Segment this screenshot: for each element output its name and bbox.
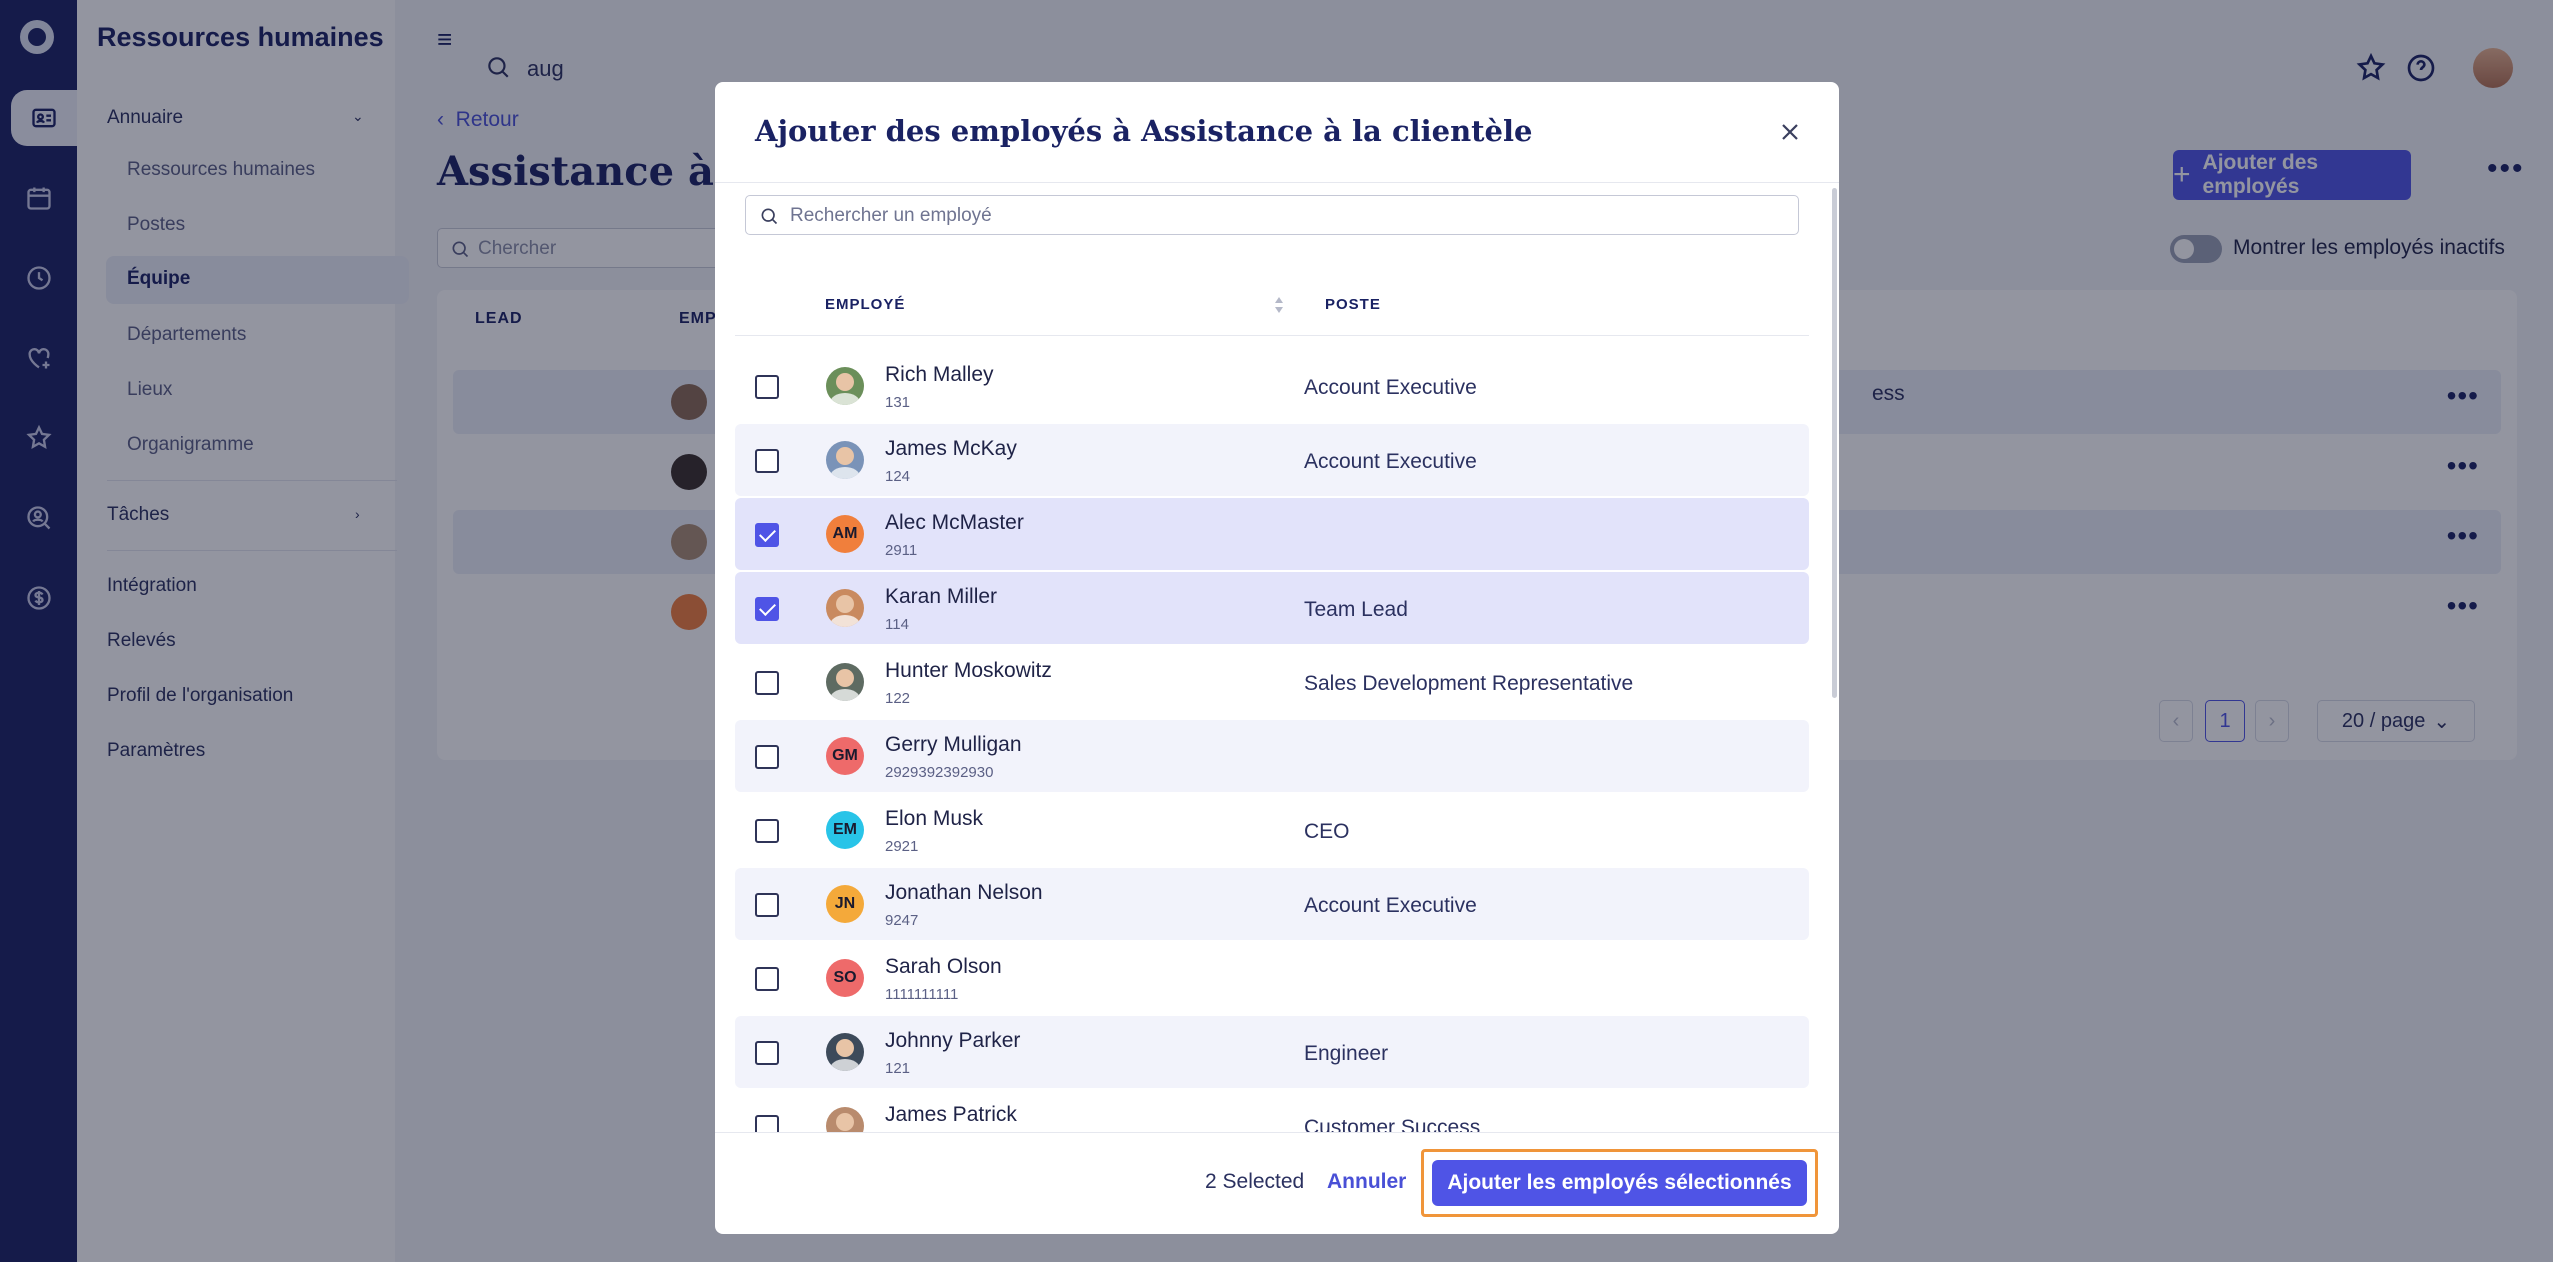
footer-divider: [715, 1132, 1839, 1133]
employee-id: 9247: [885, 912, 919, 929]
employee-id: 2911: [885, 542, 918, 559]
avatar: [826, 1107, 864, 1132]
employee-row[interactable]: GM Gerry Mulligan 2929392392930: [735, 720, 1809, 792]
avatar: [826, 1033, 864, 1071]
add-selected-employees-button[interactable]: Ajouter les employés sélectionnés: [1432, 1160, 1807, 1206]
employee-position: Account Executive: [1304, 376, 1477, 399]
avatar: JN: [826, 885, 864, 923]
col-employee-header[interactable]: EMPLOYÉ: [825, 296, 905, 313]
employee-row[interactable]: Hunter Moskowitz 122 Sales Development R…: [735, 646, 1809, 718]
avatar: AM: [826, 515, 864, 553]
employee-list: Rich Malley 131 Account Executive James …: [735, 350, 1809, 1132]
avatar: [826, 441, 864, 479]
employee-search-input[interactable]: Rechercher un employé: [745, 195, 1799, 235]
modal-divider: [715, 182, 1839, 183]
employee-name: Elon Musk: [885, 807, 984, 830]
employee-id: 131: [885, 394, 911, 411]
employee-row[interactable]: Johnny Parker 121 Engineer: [735, 1016, 1809, 1088]
employee-name: Jonathan Nelson: [885, 881, 1043, 904]
selected-count: 2 Selected: [1205, 1170, 1305, 1193]
employee-row[interactable]: AM Alec McMaster 2911: [735, 498, 1809, 570]
employee-name: Hunter Moskowitz: [885, 659, 1052, 682]
employee-row[interactable]: EM Elon Musk 2921 CEO: [735, 794, 1809, 866]
avatar: [826, 367, 864, 405]
employee-position: Sales Development Representative: [1304, 672, 1634, 695]
employee-name: Sarah Olson: [885, 955, 1002, 978]
employee-row[interactable]: Karan Miller 114 Team Lead: [735, 572, 1809, 644]
row-checkbox[interactable]: [755, 597, 779, 621]
search-icon: [761, 208, 778, 225]
employee-name: Gerry Mulligan: [885, 733, 1022, 756]
employee-position: Customer Success: [1304, 1116, 1481, 1132]
row-checkbox[interactable]: [755, 449, 779, 473]
row-checkbox[interactable]: [755, 893, 779, 917]
scrollbar[interactable]: [1832, 188, 1837, 698]
employee-position: Engineer: [1304, 1042, 1389, 1065]
row-checkbox[interactable]: [755, 375, 779, 399]
avatar: SO: [826, 959, 864, 997]
cancel-button[interactable]: Annuler: [1327, 1170, 1406, 1194]
employee-id: 2929392392930: [885, 764, 994, 781]
employee-search-placeholder: Rechercher un employé: [790, 205, 992, 226]
close-icon: [1782, 124, 1798, 140]
avatar: GM: [826, 737, 864, 775]
header-divider: [735, 335, 1809, 336]
employee-row[interactable]: JN Jonathan Nelson 9247 Account Executiv…: [735, 868, 1809, 940]
employee-name: Alec McMaster: [885, 511, 1024, 534]
confirm-highlight: Ajouter les employés sélectionnés: [1421, 1149, 1818, 1217]
employee-id: 121: [885, 1060, 911, 1077]
employee-position: CEO: [1304, 820, 1350, 843]
col-position-header: POSTE: [1325, 296, 1381, 313]
add-employees-modal: Ajouter des employés à Assistance à la c…: [715, 82, 1839, 1234]
employee-row[interactable]: Rich Malley 131 Account Executive: [735, 350, 1809, 422]
avatar: EM: [826, 811, 864, 849]
employee-name: James Patrick: [885, 1103, 1017, 1126]
avatar: [826, 663, 864, 701]
employee-id: 114: [885, 616, 909, 633]
sort-icon[interactable]: [1272, 294, 1286, 316]
row-checkbox[interactable]: [755, 745, 779, 769]
employee-row[interactable]: James Patrick Customer Success: [735, 1090, 1809, 1132]
employee-name: James McKay: [885, 437, 1017, 460]
row-checkbox[interactable]: [755, 819, 779, 843]
row-checkbox[interactable]: [755, 967, 779, 991]
employee-row[interactable]: James McKay 124 Account Executive: [735, 424, 1809, 496]
employee-id: 122: [885, 690, 911, 707]
modal-title: Ajouter des employés à Assistance à la c…: [755, 114, 1533, 148]
employee-position: Account Executive: [1304, 894, 1477, 917]
employee-position: Team Lead: [1304, 598, 1408, 621]
employee-id: 124: [885, 468, 911, 485]
row-checkbox[interactable]: [755, 1115, 779, 1132]
close-button[interactable]: [1770, 112, 1810, 152]
avatar: [826, 589, 864, 627]
row-checkbox[interactable]: [755, 1041, 779, 1065]
employee-name: Rich Malley: [885, 363, 994, 386]
employee-id: 2921: [885, 838, 919, 855]
row-checkbox[interactable]: [755, 671, 779, 695]
row-checkbox[interactable]: [755, 523, 779, 547]
employee-row[interactable]: SO Sarah Olson 1111111111: [735, 942, 1809, 1014]
employee-name: Johnny Parker: [885, 1029, 1021, 1052]
employee-name: Karan Miller: [885, 585, 998, 608]
employee-id: 1111111111: [885, 986, 959, 1003]
employee-position: Account Executive: [1304, 450, 1477, 473]
